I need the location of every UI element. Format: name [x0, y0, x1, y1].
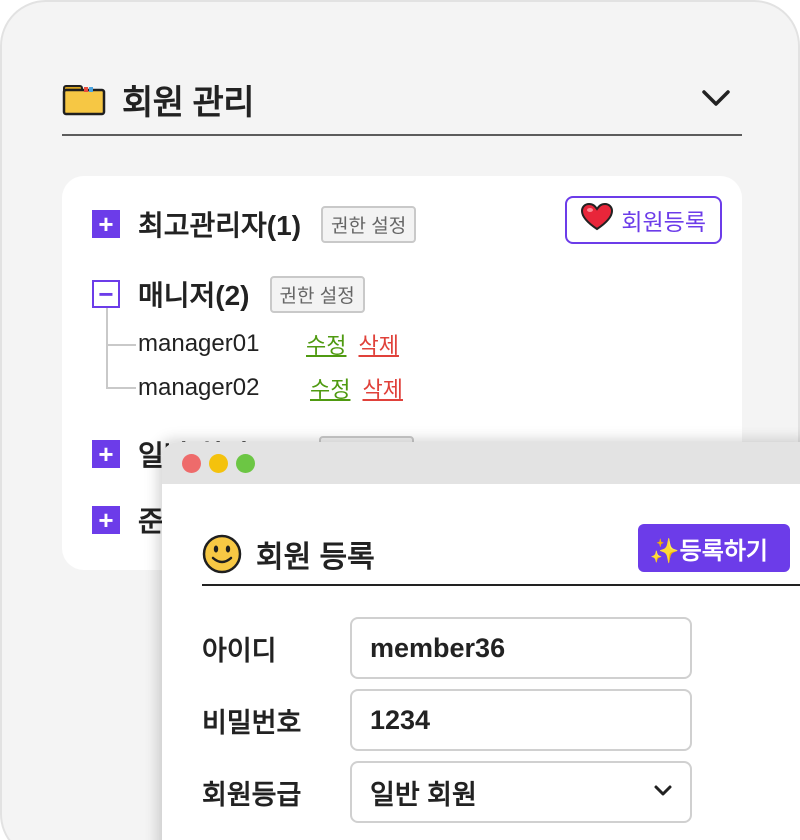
tree-connector — [106, 387, 136, 389]
permission-settings-button[interactable]: 권한 설정 — [321, 205, 417, 243]
list-item: manager01 수정 삭제 — [138, 324, 399, 364]
group-row-super-admin: + 최고관리자(1) 권한 설정 — [92, 202, 417, 246]
edit-link[interactable]: 수정 — [306, 328, 346, 360]
panel-title: 회원 관리 — [122, 83, 255, 122]
register-member-dialog: 회원 등록 ✨등록하기 아이디 member36 비밀번호 1234 회원등급 … — [162, 442, 800, 840]
collapse-minus-icon[interactable]: − — [92, 280, 120, 308]
grade-select[interactable]: 일반 회원 — [350, 761, 692, 823]
form-row-password: 비밀번호 1234 — [202, 689, 692, 751]
field-label: 회원등급 — [202, 779, 302, 810]
expand-plus-icon[interactable]: + — [92, 440, 120, 468]
member-name: manager01 — [138, 330, 260, 357]
grade-select-value: 일반 회원 — [370, 779, 477, 810]
chevron-down-icon — [652, 777, 674, 808]
chevron-down-icon[interactable] — [698, 80, 734, 116]
id-input[interactable]: member36 — [350, 617, 692, 679]
group-label: 준 — [138, 506, 164, 537]
dialog-title: 회원 등록 — [256, 541, 375, 574]
expand-plus-icon[interactable]: + — [92, 506, 120, 534]
submit-register-button[interactable]: ✨등록하기 — [637, 524, 790, 572]
window-close-icon[interactable] — [182, 453, 201, 473]
smile-icon — [202, 534, 242, 574]
delete-link[interactable]: 삭제 — [358, 328, 398, 360]
form-row-id: 아이디 member36 — [202, 617, 692, 679]
register-member-label: 회원등록 — [621, 209, 706, 235]
field-label: 비밀번호 — [202, 707, 302, 738]
tree-connector — [106, 308, 108, 388]
window-titlebar — [162, 442, 800, 484]
tree-connector — [106, 344, 136, 346]
window-minimize-icon[interactable] — [209, 453, 228, 473]
folder-icon — [62, 82, 106, 116]
group-label: 최고관리자(1) — [138, 210, 302, 241]
member-name: manager02 — [138, 374, 260, 401]
group-label: 매니저(2) — [138, 280, 250, 311]
window-maximize-icon[interactable] — [236, 453, 255, 473]
dialog-header: 회원 등록 ✨등록하기 — [202, 524, 800, 586]
edit-link[interactable]: 수정 — [310, 372, 350, 404]
expand-plus-icon[interactable]: + — [92, 210, 120, 238]
form-row-grade: 회원등급 일반 회원 — [202, 761, 692, 823]
register-member-button[interactable]: 회원등록 — [565, 196, 722, 244]
heart-icon — [581, 202, 614, 237]
group-row-manager: − 매니저(2) 권한 설정 — [92, 272, 365, 316]
field-label: 아이디 — [202, 635, 277, 666]
permission-settings-button[interactable]: 권한 설정 — [269, 275, 365, 313]
list-item: manager02 수정 삭제 — [138, 368, 403, 408]
delete-link[interactable]: 삭제 — [362, 372, 402, 404]
password-input[interactable]: 1234 — [350, 689, 692, 751]
panel-header: 회원 관리 — [62, 64, 742, 136]
